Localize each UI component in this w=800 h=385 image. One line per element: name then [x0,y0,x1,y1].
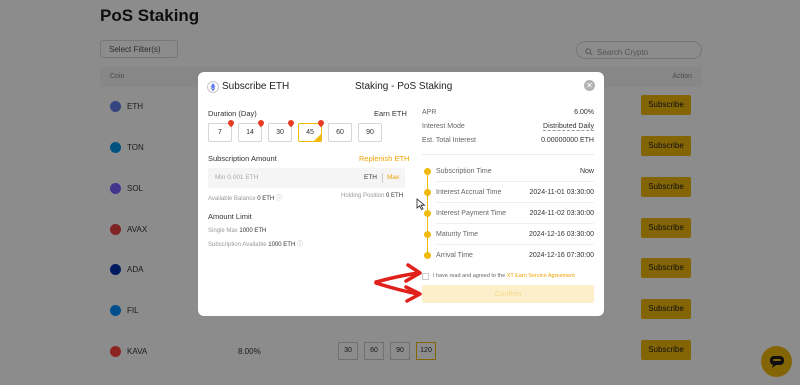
eth-icon [207,81,219,93]
total-interest-label: Est. Total Interest [422,137,476,144]
earn-label: Earn ETH [374,109,407,118]
amount-placeholder: Min 0.001 ETH [215,174,259,181]
duration-value: 60 [336,129,344,136]
modal-title: Subscribe ETH [222,81,290,92]
duration-value: 30 [276,129,284,136]
interest-mode-value: Distributed Daily [543,123,594,131]
duration-value: 14 [246,129,254,136]
available-balance-label: Available Balance [208,196,256,202]
timeline-dot [424,252,431,259]
subscription-available-value: 1000 ETH [268,242,296,248]
holding-position-label: Holding Position [341,193,385,199]
timeline-dot [424,189,431,196]
total-interest-value: 0.00000000 ETH [541,137,594,144]
subscription-available-label: Subscription Available [208,242,267,248]
hot-icon [256,118,266,128]
total-interest-row: Est. Total Interest 0.00000000 ETH [422,137,594,148]
info-icon[interactable]: ⓘ [276,196,282,202]
service-agreement-link[interactable]: XT Earn Service Agreement [507,273,575,279]
amount-unit: ETH [364,174,377,181]
duration-option-90[interactable]: 90 [358,123,382,142]
holding-position-value: 0 ETH [386,193,404,199]
timeline-value: 2024-12-16 03:30:00 [529,231,594,238]
interest-mode-row: Interest Mode Distributed Daily [422,123,594,134]
replenish-link[interactable]: Replenish ETH [359,154,409,163]
available-balance-value: 0 ETH [257,196,275,202]
duration-value: 7 [218,129,222,136]
duration-option-60[interactable]: 60 [328,123,352,142]
modal-subtitle: Staking - PoS Staking [355,81,453,92]
max-button[interactable]: Max [387,174,399,181]
timeline-value: 2024-11-01 03:30:00 [529,189,594,196]
agreement-checkbox[interactable] [422,273,429,280]
single-max-label: Single Max [208,228,238,234]
timeline-dot [424,231,431,238]
holding-position: Holding Position 0 ETH [341,193,403,199]
apr-row: APR 6.00% [422,109,594,120]
timeline-label: Interest Payment Time [436,210,507,217]
divider [436,181,594,182]
agreement-text: I have read and agreed to the XT Earn Se… [433,273,575,279]
selected-check-icon [314,134,321,141]
divider [382,173,383,183]
agreement-label: I have read and agreed to the [433,273,506,279]
timeline-label: Arrival Time [436,252,473,259]
divider [436,223,594,224]
timeline-dot [424,168,431,175]
available-balance: Available Balance 0 ETH ⓘ [208,193,282,202]
confirm-button[interactable]: Confirm [422,285,594,303]
duration-option-45[interactable]: 45 [298,118,326,142]
timeline-value: 2024-11-02 03:30:00 [529,210,594,217]
subscribe-modal: Subscribe ETH Staking - PoS Staking ✕ Du… [198,72,604,316]
duration-option-14[interactable]: 14 [238,118,266,142]
divider [436,244,594,245]
apr-value: 6.00% [574,109,594,116]
timeline-label: Subscription Time [436,168,492,175]
timeline-value: 2024-12-16 07:30:00 [529,252,594,259]
apr-label: APR [422,109,437,116]
divider [436,202,594,203]
duration-option-7[interactable]: 7 [208,118,236,142]
mouse-cursor-icon [416,198,426,210]
hot-icon [286,118,296,128]
duration-options: 7 14 30 45 60 90 [208,118,382,142]
duration-value: 90 [366,129,374,136]
info-icon[interactable]: ⓘ [297,242,303,248]
subscription-amount-label: Subscription Amount [208,154,277,163]
duration-label: Duration (Day) [208,109,257,118]
timeline-label: Maturity Time [436,231,479,238]
divider [422,154,594,155]
timeline-dot [424,210,431,217]
amount-limit-label: Amount Limit [208,212,252,221]
hot-icon [316,118,326,128]
hot-icon [226,118,236,128]
timeline-label: Interest Accrual Time [436,189,502,196]
timeline-value: Now [579,168,594,175]
interest-mode-label: Interest Mode [422,123,465,130]
single-max-value: 1000 ETH [239,228,267,234]
amount-input[interactable]: Min 0.001 ETH ETH Max [208,168,405,188]
duration-value: 45 [306,129,314,136]
subscription-available: Subscription Available 1000 ETH ⓘ [208,239,303,248]
duration-option-30[interactable]: 30 [268,118,296,142]
close-icon[interactable]: ✕ [584,80,595,91]
single-max: Single Max 1000 ETH [208,228,266,234]
